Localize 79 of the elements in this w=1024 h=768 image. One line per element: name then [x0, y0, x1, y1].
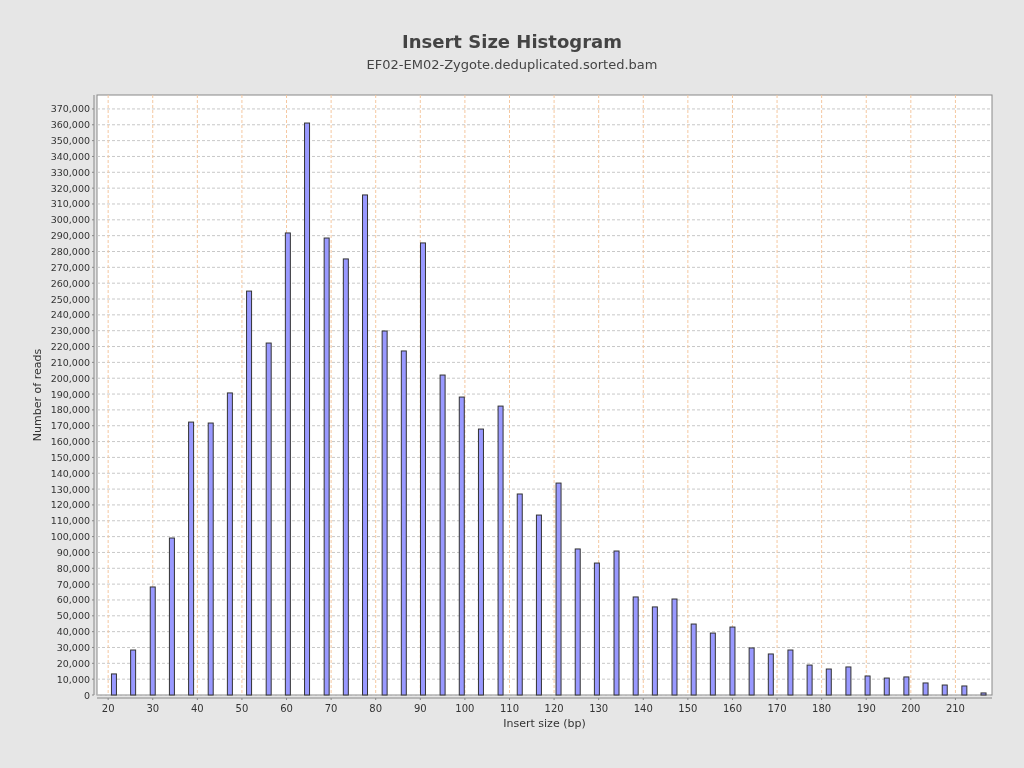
- axis-tick-label: 50: [235, 703, 249, 714]
- axis-tick-label: 320,000: [50, 182, 90, 194]
- histogram-bar: [130, 649, 137, 696]
- axis-tick-label: 30,000: [56, 642, 90, 653]
- axis-tick-label: 120,000: [50, 499, 90, 511]
- axis-tick-label: 90,000: [56, 546, 90, 558]
- axis-tick-label: 360,000: [50, 119, 90, 131]
- axis-tick-label: 210: [945, 703, 965, 714]
- axis-tick-label: 50,000: [56, 610, 90, 622]
- axis-tick-label: 280,000: [50, 246, 90, 257]
- axis-tick-label: 40,000: [56, 626, 90, 638]
- axis-tick-label: 90: [413, 703, 427, 714]
- axis-tick-label: 180,000: [50, 404, 90, 416]
- axis-tick-label: 160,000: [50, 436, 90, 448]
- histogram-bar: [825, 668, 832, 696]
- axis-tick-label: 110,000: [50, 515, 90, 527]
- axis-tick-label: 150: [678, 703, 698, 714]
- histogram-bar: [961, 685, 968, 696]
- histogram-bar: [903, 676, 910, 696]
- histogram-bar: [748, 647, 755, 696]
- histogram-bar: [980, 692, 987, 696]
- histogram-bar: [864, 675, 871, 696]
- histogram-bar: [845, 666, 852, 696]
- x-axis-title: Insert size (bp): [503, 717, 586, 730]
- axis-tick-label: 70: [324, 703, 338, 714]
- axis-tick-label: 140: [633, 703, 653, 714]
- axis-tick-label: 40: [190, 703, 204, 714]
- axis-tick-label: 130,000: [50, 483, 90, 495]
- histogram-bar: [922, 682, 929, 696]
- chart-title: Insert Size Histogram: [402, 31, 622, 52]
- axis-tick-label: 370,000: [50, 103, 90, 115]
- axis-tick-label: 180: [812, 703, 832, 714]
- axis-tick-label: 290,000: [50, 230, 90, 242]
- axis-tick-label: 10,000: [56, 673, 90, 685]
- axis-tick-label: 170,000: [50, 420, 90, 432]
- histogram-bar: [110, 673, 117, 696]
- axis-tick-label: 20: [101, 703, 115, 714]
- axis-tick-label: 70,000: [56, 578, 90, 590]
- y-axis-title: Number of reads: [31, 348, 44, 442]
- axis-tick-label: 350,000: [50, 135, 90, 147]
- axis-tick-label: 30: [146, 703, 160, 714]
- axis-tick-label: 240,000: [50, 309, 90, 321]
- histogram-bar: [883, 677, 890, 696]
- axis-tick-label: 100: [455, 703, 475, 714]
- axis-tick-label: 110: [499, 703, 520, 714]
- axis-tick-label: 140,000: [50, 467, 90, 479]
- chart-subtitle: EF02-EM02-Zygote.deduplicated.sorted.bam: [366, 57, 658, 72]
- axis-tick-label: 190: [856, 703, 876, 714]
- axis-tick-label: 300,000: [50, 214, 90, 226]
- histogram-bar: [806, 664, 813, 696]
- axis-tick-label: 80,000: [56, 562, 90, 574]
- axis-tick-label: 100,000: [50, 531, 90, 543]
- axis-tick-label: 250,000: [50, 293, 90, 305]
- axis-tick-label: 200,000: [50, 372, 90, 384]
- axis-tick-label: 170: [767, 703, 787, 714]
- axis-tick-label: 160: [722, 703, 742, 714]
- axis-tick-label: 190,000: [50, 388, 90, 400]
- axis-tick-label: 260,000: [50, 277, 90, 289]
- axis-tick-label: 60: [280, 703, 293, 714]
- axis-tick-label: 130: [589, 703, 609, 714]
- axis-tick-label: 20,000: [56, 657, 90, 669]
- axis-tick-label: 220,000: [50, 341, 90, 353]
- axis-tick-label: 340,000: [50, 150, 90, 162]
- axis-tick-label: 80: [369, 703, 383, 714]
- axis-tick-label: 200: [901, 703, 921, 714]
- axis-tick-label: 230,000: [50, 325, 90, 337]
- axis-tick-label: 0: [83, 689, 90, 701]
- axis-tick-label: 210,000: [50, 356, 90, 368]
- histogram-bar: [709, 632, 716, 696]
- histogram-bar: [729, 626, 736, 696]
- histogram-bar: [767, 653, 774, 696]
- histogram-bar: [941, 684, 948, 696]
- axis-tick-label: 150,000: [50, 451, 90, 463]
- axis-tick-label: 270,000: [50, 261, 90, 273]
- axis-tick-label: 60,000: [56, 594, 90, 606]
- axis-tick-label: 120: [544, 703, 564, 714]
- axis-tick-label: 310,000: [50, 198, 90, 210]
- axis-tick-label: 330,000: [50, 166, 90, 178]
- histogram-bar: [787, 649, 794, 696]
